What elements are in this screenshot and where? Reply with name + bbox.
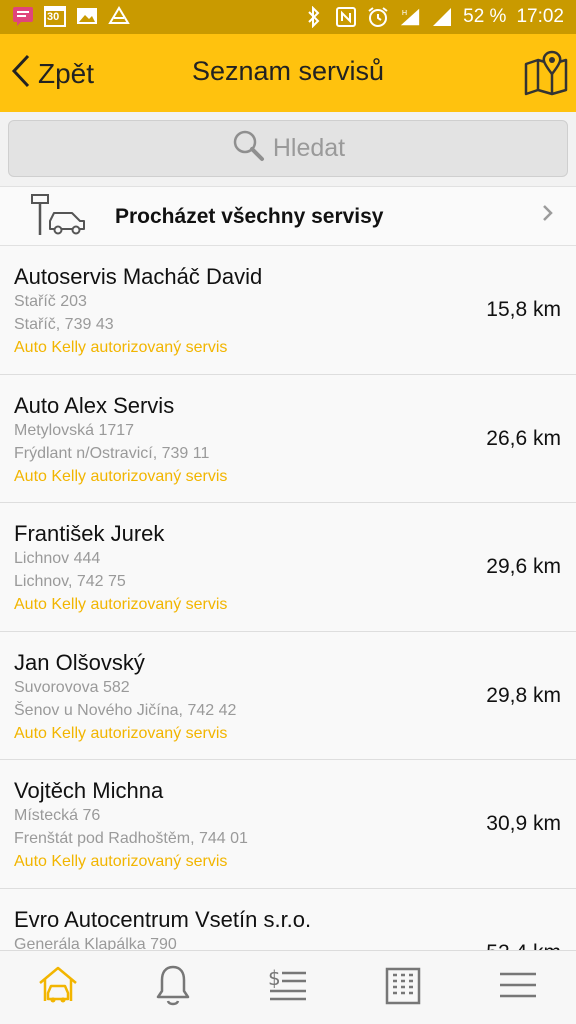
service-distance: 52,4 km [486, 941, 561, 951]
list-item[interactable]: František Jurek Lichnov 444 Lichnov, 742… [0, 503, 576, 632]
service-tag: Auto Kelly autorizovaný servis [14, 596, 228, 613]
tab-menu[interactable] [461, 951, 576, 1024]
service-name: Evro Autocentrum Vsetín s.r.o. [14, 906, 312, 932]
list-item[interactable]: Autoservis Macháč David Staříč 203 Staří… [0, 246, 576, 375]
page-title: Seznam servisů [191, 56, 385, 86]
service-city: Frenštát pod Radhoštěm, 744 01 [14, 830, 248, 847]
service-city: Frýdlant n/Ostravicí, 739 11 [14, 444, 210, 462]
chevron-right-icon [542, 203, 554, 229]
price-list-icon: $ [266, 963, 310, 1012]
tab-home[interactable] [0, 951, 115, 1024]
service-list: Autoservis Macháč David Staříč 203 Staří… [0, 246, 576, 950]
bottom-tab-bar: $ [0, 950, 576, 1024]
car-service-icon [28, 189, 88, 241]
map-button[interactable] [522, 48, 570, 96]
list-item[interactable]: Auto Alex Servis Metylovská 1717 Frýdlan… [0, 374, 576, 503]
tab-branches[interactable] [346, 951, 461, 1024]
service-tag: Auto Kelly autorizovaný servis [14, 853, 228, 870]
search-input[interactable]: Hledat [8, 120, 568, 177]
menu-icon [498, 970, 538, 1005]
browse-all-services[interactable]: Procházet všechny servisy [0, 186, 576, 246]
service-name: Jan Olšovský [14, 649, 145, 675]
status-icons-right: H 52 % 17:02 [303, 0, 564, 34]
service-name: Auto Alex Servis [14, 392, 175, 418]
image-icon [76, 5, 98, 27]
status-bar: 30 H 52 % 17:02 [0, 0, 576, 34]
map-pin-icon [522, 50, 570, 100]
service-city: Staříč, 739 43 [14, 316, 114, 333]
bell-icon [153, 963, 193, 1012]
service-street: Staříč 203 [14, 293, 87, 310]
search-icon [231, 128, 265, 169]
message-icon [12, 5, 34, 27]
calendar-icon: 30 [44, 5, 66, 27]
signal-icon [431, 6, 453, 28]
service-tag: Auto Kelly autorizovaný servis [14, 724, 228, 742]
building-icon [383, 963, 423, 1012]
calendar-day: 30 [47, 11, 60, 23]
service-street: Suvorovova 582 [14, 678, 130, 696]
service-distance: 26,6 km [486, 426, 561, 450]
tab-notifications[interactable] [115, 951, 230, 1024]
list-item[interactable]: Vojtěch Michna Místecká 76 Frenštát pod … [0, 760, 576, 889]
service-street: Metylovská 1717 [14, 421, 135, 439]
service-city: Šenov u Nového Jičína, 742 42 [14, 701, 237, 719]
service-distance: 15,8 km [486, 298, 561, 321]
service-tag: Auto Kelly autorizovaný servis [14, 467, 228, 485]
battery-text: 52 % [463, 6, 507, 27]
status-icons-left: 30 [12, 5, 130, 27]
search-placeholder: Hledat [272, 134, 346, 162]
service-distance: 30,9 km [486, 812, 561, 835]
list-item[interactable]: Evro Autocentrum Vsetín s.r.o. Generála … [0, 888, 576, 951]
service-name: Vojtěch Michna [14, 778, 164, 803]
home-car-icon [36, 963, 80, 1012]
nfc-icon [335, 6, 357, 28]
service-street: Místecká 76 [14, 807, 101, 824]
browse-label: Procházet všechny servisy [115, 205, 384, 228]
service-tag: Auto Kelly autorizovaný servis [14, 339, 228, 356]
service-name: František Jurek [14, 521, 165, 546]
service-distance: 29,8 km [486, 683, 561, 707]
svg-text:H: H [402, 8, 408, 17]
tab-price-list[interactable]: $ [230, 951, 345, 1024]
signal-h-icon: H [399, 6, 421, 28]
service-city: Lichnov, 742 75 [14, 573, 126, 590]
app-icon [108, 5, 130, 27]
search-area: Hledat [0, 112, 576, 186]
status-time: 17:02 [516, 6, 564, 27]
list-item[interactable]: Jan Olšovský Suvorovova 582 Šenov u Nové… [0, 631, 576, 760]
svg-text:$: $ [268, 966, 281, 990]
alarm-icon [367, 6, 389, 28]
bluetooth-icon [303, 6, 325, 28]
service-name: Autoservis Macháč David [14, 264, 263, 289]
service-distance: 29,6 km [486, 555, 561, 578]
app-bar: Zpět Seznam servisů [0, 34, 576, 112]
service-street: Lichnov 444 [14, 550, 101, 567]
service-street: Generála Klapálka 790 [14, 935, 177, 951]
